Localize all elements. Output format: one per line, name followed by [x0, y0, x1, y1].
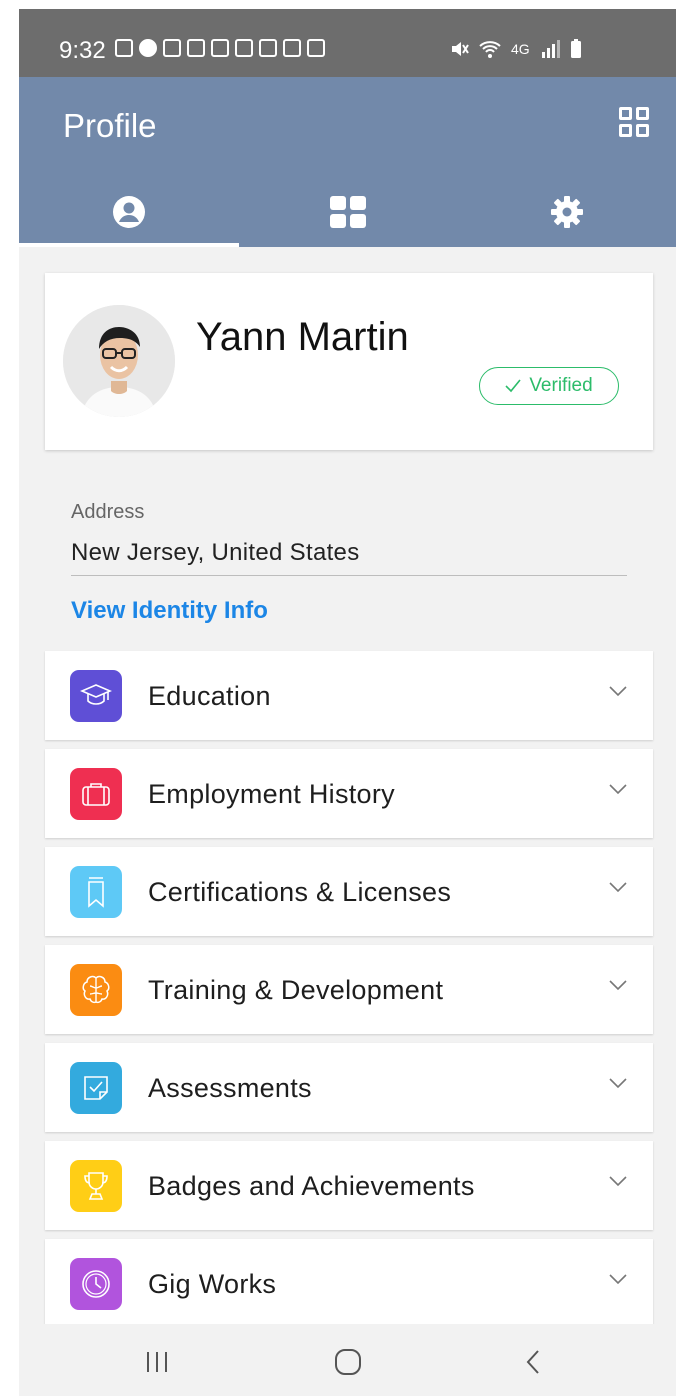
tab-profile[interactable]: [19, 177, 238, 247]
back-icon: [526, 1350, 539, 1374]
wifi-icon: [479, 41, 501, 58]
briefcase-icon: [82, 783, 110, 806]
section-icon-bg: [70, 866, 122, 918]
profile-name: Yann Martin: [196, 315, 409, 359]
section-label: Employment History: [148, 779, 395, 809]
tab-bar: [19, 177, 676, 247]
facebook-icon: [139, 39, 157, 57]
app-header: Profile: [19, 77, 676, 247]
drive-icon: [259, 39, 277, 57]
section-training[interactable]: Training & Development: [45, 945, 653, 1034]
recent-apps-icon: [147, 1352, 167, 1372]
bookmark-icon: [88, 877, 104, 908]
qr-code-icon[interactable]: [619, 107, 649, 137]
view-identity-link[interactable]: View Identity Info: [71, 597, 268, 625]
status-bar: 9:32 4G: [19, 9, 676, 77]
check-icon: [505, 379, 521, 393]
profile-card: Yann Martin Verified: [45, 273, 653, 450]
graduation-cap-icon: [80, 684, 112, 705]
chevron-down-icon[interactable]: [608, 1077, 628, 1089]
gallery-icon: [235, 39, 253, 57]
mute-icon: [452, 42, 469, 56]
verified-label: Verified: [529, 375, 593, 396]
section-badges[interactable]: Badges and Achievements: [45, 1141, 653, 1230]
drive-icon: [283, 39, 301, 57]
tab-dashboard[interactable]: [238, 177, 457, 247]
checklist-icon: [84, 1076, 108, 1100]
section-icon-bg: [70, 1160, 122, 1212]
signal-icon: [541, 40, 560, 58]
gmail-icon: [211, 39, 229, 57]
clock-icon: [82, 1270, 110, 1298]
section-label: Badges and Achievements: [148, 1171, 475, 1201]
address-divider: [71, 575, 627, 576]
section-education[interactable]: Education: [45, 651, 653, 740]
section-icon-bg: [70, 964, 122, 1016]
trophy-icon: [84, 1172, 108, 1200]
chevron-down-icon[interactable]: [608, 1175, 628, 1187]
gmail-icon: [187, 39, 205, 57]
address-label: Address: [71, 501, 145, 523]
section-icon-bg: [70, 1258, 122, 1310]
system-icons: 4G: [449, 39, 582, 59]
back-button[interactable]: [513, 1342, 553, 1382]
section-label: Certifications & Licenses: [148, 877, 452, 907]
section-employment-history[interactable]: Employment History: [45, 749, 653, 838]
user-circle-icon: [112, 196, 145, 228]
chevron-down-icon[interactable]: [608, 783, 628, 795]
tab-settings[interactable]: [457, 177, 676, 247]
chevron-down-icon[interactable]: [608, 1273, 628, 1285]
brain-icon: [82, 975, 110, 1004]
home-button[interactable]: [328, 1342, 368, 1382]
section-label: Education: [148, 681, 271, 711]
gear-icon: [550, 196, 583, 228]
calendar-icon: [163, 39, 181, 57]
status-time: 9:32: [59, 37, 106, 64]
profile-sections: Education Employment History Certificati…: [45, 651, 653, 1337]
grid-icon: [329, 196, 366, 228]
section-label: Gig Works: [148, 1269, 277, 1299]
chevron-down-icon[interactable]: [608, 881, 628, 893]
section-gig-works[interactable]: Gig Works: [45, 1239, 653, 1328]
section-icon-bg: [70, 670, 122, 722]
battery-icon: [570, 39, 581, 58]
section-label: Assessments: [148, 1073, 312, 1103]
home-icon: [335, 1349, 361, 1375]
chevron-down-icon[interactable]: [608, 685, 628, 697]
section-assessments[interactable]: Assessments: [45, 1043, 653, 1132]
avatar: [63, 305, 175, 417]
active-tab-indicator: [19, 243, 239, 247]
mail-icon: [307, 39, 325, 57]
phone-screen: 9:32 4G Profile Yann Martin Verified Add…: [19, 9, 676, 1396]
notification-icons: [115, 39, 325, 57]
system-nav-bar: [19, 1324, 676, 1396]
sonos-icon: [115, 39, 133, 57]
chevron-down-icon[interactable]: [608, 979, 628, 991]
section-label: Training & Development: [148, 975, 444, 1005]
network-type: 4G: [511, 41, 530, 57]
section-icon-bg: [70, 768, 122, 820]
verified-badge: Verified: [479, 367, 619, 405]
recent-apps-button[interactable]: [137, 1342, 177, 1382]
page-title: Profile: [63, 107, 157, 144]
address-value: New Jersey, United States: [71, 539, 360, 566]
section-icon-bg: [70, 1062, 122, 1114]
section-certifications[interactable]: Certifications & Licenses: [45, 847, 653, 936]
